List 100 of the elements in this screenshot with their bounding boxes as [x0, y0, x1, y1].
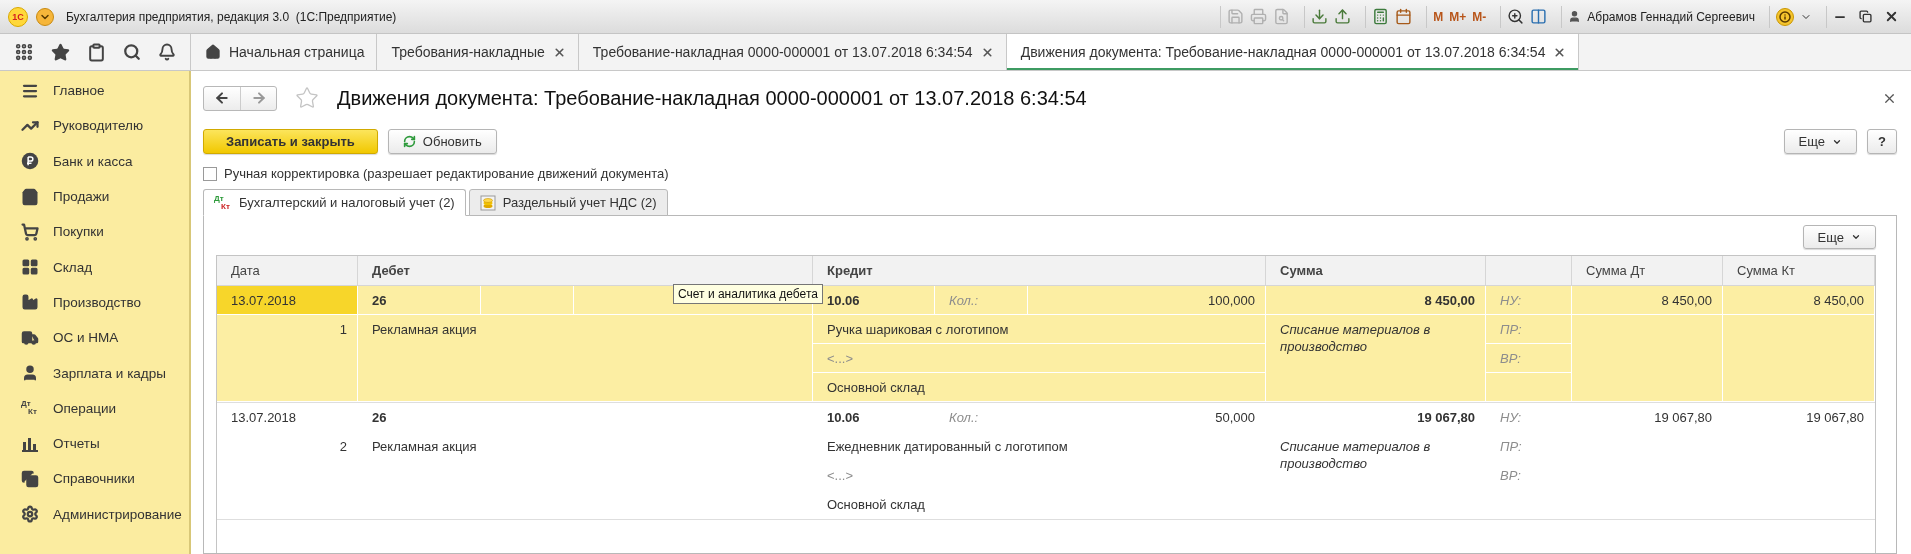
row-number: 2	[217, 432, 358, 519]
sidebar-item[interactable]: Справочники	[0, 461, 189, 497]
ruble-coin-icon	[21, 152, 39, 171]
open-tab[interactable]: Движения документа: Требование-накладная 0000-000001 от 13.07.2018 6:34:54	[1006, 34, 1580, 70]
tax-label: ВР:	[1486, 344, 1572, 373]
open-tab[interactable]: Требование-накладная 0000-000001 от 13.07.2018 6:34:54	[578, 34, 1007, 70]
amount-cell: 8 450,00	[1266, 286, 1486, 315]
quantity-cell: 100,000	[1028, 286, 1266, 315]
credit-amount-cell: 8 450,00	[1723, 286, 1875, 315]
memory-button[interactable]: M	[1433, 9, 1444, 24]
tab-label: Движения документа: Требование-накладная 0000-000001 от 13.07.2018 6:34:54	[1020, 44, 1546, 60]
bar-chart-icon	[22, 435, 38, 452]
main-menu-button[interactable]	[36, 7, 54, 26]
more-button[interactable]: Еще	[1783, 129, 1858, 154]
calendar-icon[interactable]	[1395, 8, 1413, 25]
panels-icon[interactable]	[1530, 8, 1548, 25]
zoom-in-icon[interactable]	[1507, 8, 1525, 25]
column-header[interactable]: Сумма Дт	[1572, 256, 1723, 285]
star-icon[interactable]	[51, 42, 71, 62]
memory-button[interactable]: M-	[1472, 9, 1487, 24]
content-cell: Списание материалов в производство	[1266, 432, 1486, 519]
sidebar-item[interactable]: Руководителю	[0, 108, 189, 144]
checkbox-label: Ручная корректировка (разрешает редактирование движений документа)	[224, 166, 669, 181]
sidebar-item[interactable]: Покупки	[0, 214, 189, 250]
home-icon	[205, 44, 221, 60]
debit-account-cell: 26	[358, 286, 481, 315]
open-tab[interactable]: Начальная страница	[191, 34, 378, 70]
close-icon[interactable]	[1884, 9, 1899, 24]
apps-grid-icon[interactable]	[14, 42, 35, 62]
window-title: Бухгалтерия предприятия, редакция 3.0 (1С:Предприятие)	[66, 9, 397, 24]
sidebar-item[interactable]: Дт Кт Операции	[0, 390, 189, 426]
form-tab[interactable]: Дт Кт Бухгалтерский и налоговый учет (2)	[203, 189, 466, 216]
caret-icon	[1851, 232, 1861, 242]
sidebar-label: Зарплата и кадры	[53, 365, 166, 381]
shopping-bag-icon	[21, 187, 39, 206]
tax-label: НУ:	[1486, 286, 1572, 315]
user-icon	[1568, 10, 1582, 23]
tax-label: ВР:	[1486, 461, 1572, 490]
grid-icon	[21, 258, 39, 277]
credit-analytics-cell: <...>	[813, 461, 1266, 490]
credit-analytics-cell: Ежедневник датированный с логотипом	[813, 432, 1266, 461]
credit-account-cell: 10.06	[813, 403, 935, 432]
debit-analytics-cell: Рекламная акция	[358, 432, 813, 519]
save-close-button[interactable]: Записать и закрыть	[203, 129, 378, 154]
sidebar-label: ОС и НМА	[53, 330, 119, 346]
sidebar-label: Банк и касса	[53, 153, 133, 169]
info-button[interactable]	[1776, 7, 1794, 26]
debit-analytics-cell: Рекламная акция	[358, 315, 813, 402]
open-tab[interactable]: Требования-накладные	[377, 34, 579, 70]
tax-label: ПР:	[1486, 432, 1572, 461]
column-header[interactable]: Дата	[217, 256, 358, 285]
tax-label: НУ:	[1486, 403, 1572, 432]
sidebar-label: Администрирование	[53, 506, 182, 522]
sidebar-item[interactable]: Склад	[0, 249, 189, 285]
memory-button[interactable]: M+	[1449, 9, 1467, 24]
bell-icon[interactable]	[157, 43, 176, 61]
sidebar-item[interactable]: Главное	[0, 73, 189, 109]
close-icon[interactable]	[980, 45, 994, 59]
restore-icon[interactable]	[1859, 10, 1872, 23]
sidebar-label: Производство	[53, 294, 142, 310]
app-logo[interactable]: 1С	[8, 6, 28, 27]
date-cell: 13.07.2018	[217, 403, 358, 432]
refresh-button[interactable]: Обновить	[387, 129, 497, 154]
refresh-icon	[402, 135, 416, 148]
close-icon[interactable]	[552, 45, 566, 59]
user-name[interactable]: Абрамов Геннадий Сергеевич	[1587, 9, 1755, 24]
sidebar-label: Главное	[53, 83, 105, 99]
star-icon[interactable]	[295, 86, 319, 110]
quantity-cell: 50,000	[1028, 403, 1266, 432]
form-tab[interactable]: Раздельный учет НДС (2)	[468, 189, 668, 216]
truck-icon	[21, 328, 39, 347]
help-button[interactable]: ?	[1867, 129, 1897, 154]
sidebar-item[interactable]: Зарплата и кадры	[0, 355, 189, 391]
gear-icon	[21, 505, 39, 524]
sidebar-item[interactable]: Администрирование	[0, 496, 189, 532]
sidebar-item[interactable]: Банк и касса	[0, 143, 189, 179]
sidebar-item[interactable]: Продажи	[0, 178, 189, 215]
column-header[interactable]: Сумма Кт	[1723, 256, 1875, 285]
quantity-label: Кол.:	[935, 286, 1028, 315]
search-icon[interactable]	[122, 43, 141, 61]
tab-label: Требование-накладная 0000-000001 от 13.07.2018 6:34:54	[592, 44, 973, 60]
sidebar-label: Операции	[53, 400, 117, 416]
checkbox[interactable]	[203, 166, 217, 181]
factory-icon	[21, 293, 39, 312]
debit-credit-icon: Дт Кт	[214, 194, 232, 211]
amount-cell: 19 067,80	[1266, 403, 1486, 432]
credit-analytics-cell: Основной склад	[813, 490, 1266, 519]
credit-analytics-cell: <...>	[813, 344, 1266, 373]
download-icon[interactable]	[1311, 8, 1329, 25]
history-icon[interactable]	[87, 42, 106, 62]
tooltip: Счет и аналитика дебета	[673, 284, 823, 304]
column-header[interactable]: Сумма	[1266, 256, 1486, 285]
upload-icon[interactable]	[1334, 8, 1352, 25]
quantity-label: Кол.:	[935, 403, 1028, 432]
sidebar-item[interactable]: Производство	[0, 284, 189, 321]
sidebar-item[interactable]: ОС и НМА	[0, 320, 189, 356]
credit-analytics-cell: Основной склад	[813, 373, 1266, 402]
more-button[interactable]: Еще	[1802, 225, 1876, 249]
calculator-icon[interactable]	[1372, 8, 1390, 25]
sidebar-item[interactable]: Отчеты	[0, 425, 189, 462]
